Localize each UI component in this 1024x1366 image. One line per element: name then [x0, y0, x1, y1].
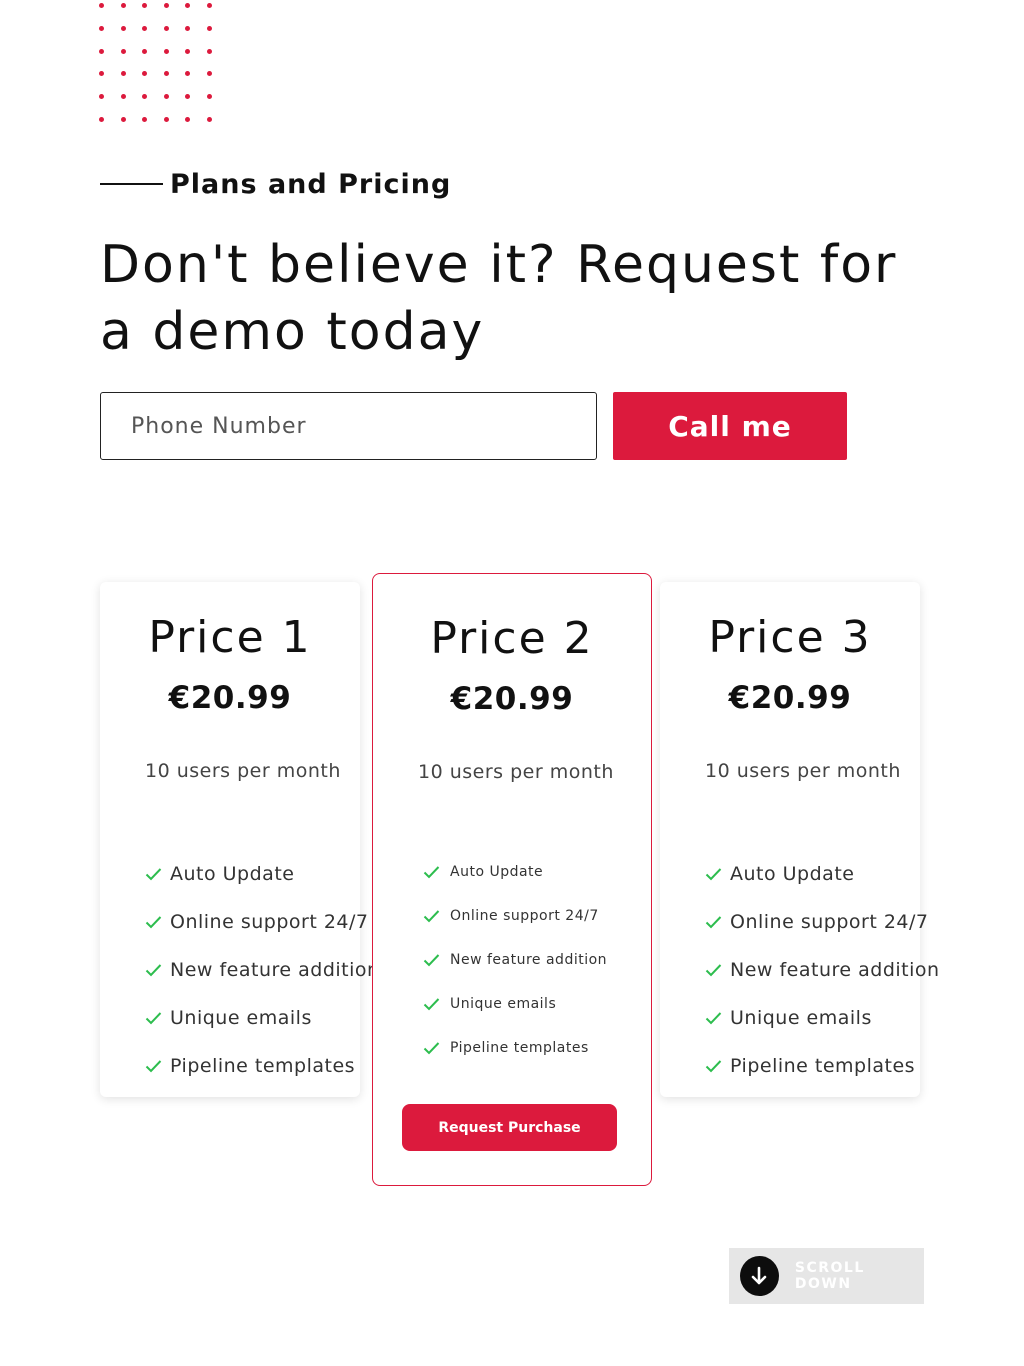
feature-label: Pipeline templates	[170, 1055, 356, 1077]
feature-label: Online support 24/7	[730, 911, 929, 933]
request-purchase-button[interactable]: Request Purchase	[402, 1104, 617, 1151]
plan-card-2: Price 2 €20.99 10 users per month Auto U…	[372, 573, 652, 1186]
feature-item: Online support 24/7	[705, 898, 940, 946]
plan-title: Price 1	[148, 612, 312, 663]
plan-price: €20.99	[728, 680, 852, 716]
feature-label: Unique emails	[450, 996, 557, 1012]
feature-label: Auto Update	[450, 864, 544, 880]
feature-item: Pipeline templates	[705, 1042, 940, 1090]
call-me-button[interactable]: Call me	[613, 392, 847, 460]
feature-label: Pipeline templates	[450, 1040, 589, 1056]
plan-feature-list: Auto Update Online support 24/7 New feat…	[705, 850, 940, 1090]
feature-label: Auto Update	[730, 863, 855, 885]
feature-label: Pipeline templates	[730, 1055, 916, 1077]
feature-label: Unique emails	[170, 1007, 312, 1029]
check-icon	[145, 868, 162, 881]
feature-item: Auto Update	[423, 850, 607, 894]
eyebrow-text: Plans and Pricing	[170, 168, 452, 200]
plan-feature-list: Auto Update Online support 24/7 New feat…	[423, 850, 607, 1070]
plan-users: 10 users per month	[705, 760, 901, 782]
phone-number-input[interactable]	[100, 392, 597, 460]
feature-item: Auto Update	[705, 850, 940, 898]
section-eyebrow: Plans and Pricing	[100, 166, 451, 202]
feature-label: Unique emails	[730, 1007, 872, 1029]
check-icon	[705, 1060, 722, 1073]
check-icon	[145, 1060, 162, 1073]
feature-item: Auto Update	[145, 850, 380, 898]
check-icon	[705, 1012, 722, 1025]
arrow-down-icon	[740, 1256, 779, 1296]
check-icon	[705, 964, 722, 977]
feature-item: Pipeline templates	[423, 1026, 607, 1070]
plan-feature-list: Auto Update Online support 24/7 New feat…	[145, 850, 380, 1090]
feature-item: New feature addition	[145, 946, 380, 994]
feature-item: Unique emails	[423, 982, 607, 1026]
feature-label: New feature addition	[730, 959, 940, 981]
feature-item: Online support 24/7	[145, 898, 380, 946]
feature-label: Auto Update	[170, 863, 295, 885]
check-icon	[423, 866, 440, 879]
check-icon	[423, 954, 440, 967]
pricing-page: Plans and Pricing Don't believe it? Requ…	[0, 0, 1024, 1366]
scroll-down-label: SCROLL DOWN	[794, 1260, 865, 1292]
check-icon	[423, 1042, 440, 1055]
check-icon	[145, 916, 162, 929]
decorative-dot-grid	[98, 0, 218, 124]
check-icon	[423, 910, 440, 923]
check-icon	[705, 868, 722, 881]
feature-label: New feature addition	[450, 952, 608, 968]
feature-item: Unique emails	[145, 994, 380, 1042]
feature-label: New feature addition	[170, 959, 380, 981]
scroll-down-button[interactable]: SCROLL DOWN	[729, 1248, 924, 1304]
plan-users: 10 users per month	[145, 760, 341, 782]
plan-price: €20.99	[450, 681, 574, 717]
feature-item: Pipeline templates	[145, 1042, 380, 1090]
feature-item: Online support 24/7	[423, 894, 607, 938]
feature-label: Online support 24/7	[450, 908, 599, 924]
plan-card-3: Price 3 €20.99 10 users per month Auto U…	[660, 582, 939, 1097]
check-icon	[423, 998, 440, 1011]
eyebrow-line	[100, 183, 163, 185]
check-icon	[145, 964, 162, 977]
check-icon	[705, 916, 722, 929]
feature-item: New feature addition	[423, 938, 607, 982]
plan-users: 10 users per month	[418, 761, 614, 783]
plan-title: Price 3	[708, 612, 872, 663]
feature-item: Unique emails	[705, 994, 940, 1042]
plan-card-1: Price 1 €20.99 10 users per month Auto U…	[100, 582, 379, 1097]
plan-price: €20.99	[168, 680, 292, 716]
feature-item: New feature addition	[705, 946, 940, 994]
feature-label: Online support 24/7	[170, 911, 369, 933]
check-icon	[145, 1012, 162, 1025]
page-headline: Don't believe it? Request for a demo tod…	[100, 235, 898, 362]
plan-title: Price 2	[430, 613, 594, 664]
